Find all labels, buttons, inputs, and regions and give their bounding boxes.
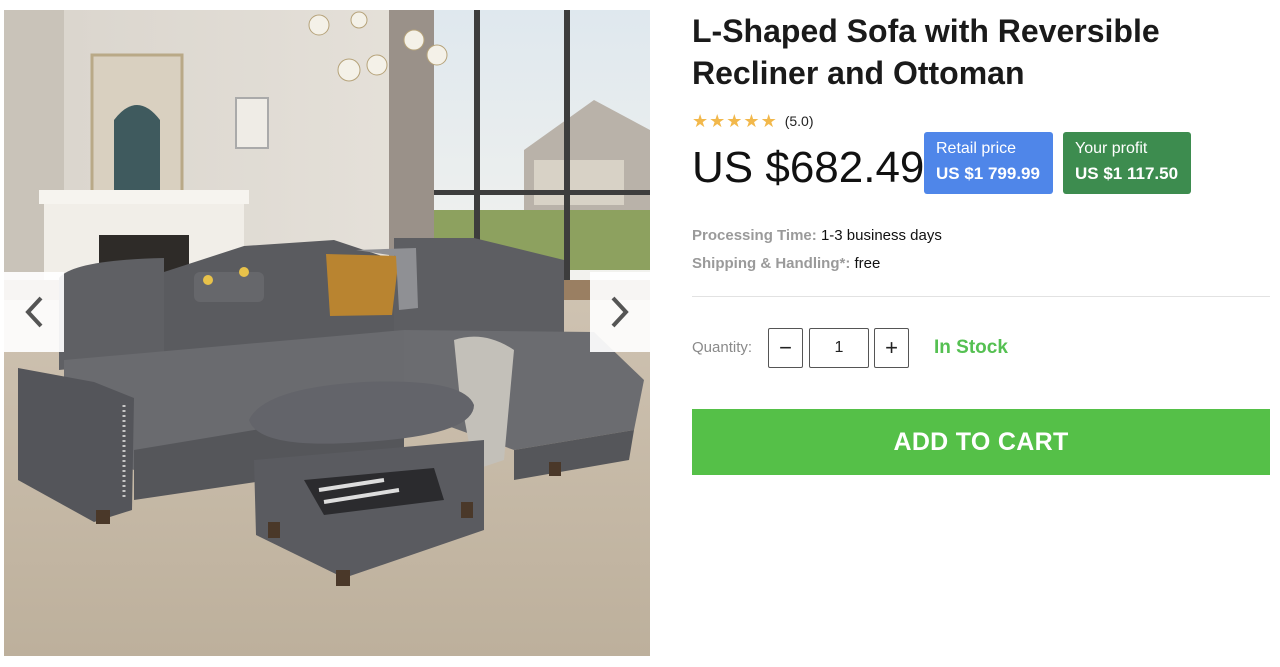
star-icon: ★ <box>726 111 743 131</box>
quantity-decrease-button[interactable]: − <box>768 328 803 368</box>
shipping-handling: Shipping & Handling*: free <box>692 255 880 273</box>
rating-stars: ★ ★ ★ ★ ★ <box>692 112 777 130</box>
star-icon: ★ <box>709 111 726 131</box>
divider <box>692 296 1270 297</box>
retail-price-badge: Retail price US $1 799.99 <box>924 132 1053 194</box>
profit-value: US $1 117.50 <box>1075 164 1179 183</box>
product-title: L-Shaped Sofa with Reversible Recliner a… <box>692 13 1160 91</box>
product-price: US $682.49 <box>692 143 925 192</box>
star-icon: ★ <box>743 111 760 131</box>
processing-time: Processing Time: 1-3 business days <box>692 227 942 245</box>
previous-image-button[interactable] <box>4 272 64 352</box>
retail-price-value: US $1 799.99 <box>936 164 1040 183</box>
product-image <box>4 10 650 656</box>
chevron-right-icon <box>611 296 629 328</box>
chevron-left-icon <box>25 296 43 328</box>
star-icon: ★ <box>692 111 709 131</box>
processing-time-value: 1-3 business days <box>820 227 942 244</box>
profit-label: Your profit <box>1075 140 1148 157</box>
rating-score: (5.0) <box>784 113 814 129</box>
shipping-value: free <box>854 255 881 272</box>
processing-time-label: Processing Time: <box>692 227 817 244</box>
quantity-input[interactable] <box>809 328 869 368</box>
profit-badge: Your profit US $1 117.50 <box>1063 132 1191 194</box>
stock-status: In Stock <box>934 337 1008 358</box>
product-rating: ★ ★ ★ ★ ★ (5.0) <box>692 112 814 130</box>
quantity-label: Quantity: <box>692 339 753 356</box>
star-icon: ★ <box>760 111 777 131</box>
shipping-label: Shipping & Handling*: <box>692 255 851 272</box>
product-image-gallery <box>4 10 650 656</box>
add-to-cart-button[interactable]: ADD TO CART <box>692 409 1270 475</box>
retail-price-label: Retail price <box>936 140 1017 157</box>
next-image-button[interactable] <box>590 272 650 352</box>
quantity-increase-button[interactable]: + <box>874 328 909 368</box>
